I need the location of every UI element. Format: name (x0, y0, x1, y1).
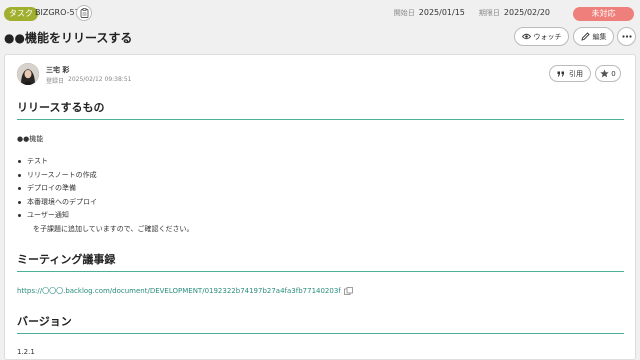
pencil-icon (580, 32, 590, 41)
start-date-label: 開始日 (393, 9, 415, 17)
eye-icon (521, 33, 531, 40)
meeting-notes-url[interactable]: https://〇〇〇.backlog.com/document/DEVELOP… (17, 286, 341, 296)
ellipsis-icon (621, 35, 632, 38)
issue-key: BIZGRO-57 (35, 8, 80, 17)
copy-link-icon[interactable] (343, 287, 353, 295)
edit-label: 編集 (592, 32, 607, 41)
list-item: ユーザー通知 (18, 210, 97, 224)
version-heading: バージョン (17, 315, 72, 328)
avatar[interactable] (17, 63, 39, 85)
star-count: 0 (611, 69, 616, 78)
watch-label: ウォッチ (533, 32, 562, 41)
version-divider (17, 333, 624, 334)
issue-type-badge: タスク (4, 7, 38, 21)
release-task-list: テスト リリースノートの作成 デプロイの準備 本番環境へのデプロイ ユーザー通知 (18, 156, 97, 224)
star-icon (600, 69, 609, 78)
list-item: テスト (18, 156, 97, 170)
release-feature: ●●機能 (17, 135, 44, 143)
meeting-divider (17, 271, 624, 272)
quote-label: 引用 (569, 69, 583, 78)
edit-button[interactable]: 編集 (573, 27, 614, 46)
status-badge[interactable]: 未対応 (573, 7, 634, 21)
meeting-heading: ミーティング議事録 (17, 253, 116, 266)
comment-author[interactable]: 三宅 彩 (46, 65, 69, 75)
quote-button[interactable]: 引用 (549, 65, 591, 82)
release-divider (17, 119, 624, 120)
user-photo-icon (17, 63, 39, 85)
due-date: 2025/02/20 (503, 8, 550, 17)
start-date: 2025/01/15 (418, 8, 465, 17)
release-note: を子課題に追加していますので、ご確認ください。 (33, 225, 194, 233)
list-item: デプロイの準備 (18, 183, 97, 197)
posted-label: 登録日 (46, 78, 65, 85)
list-item: リリースノートの作成 (18, 170, 97, 184)
star-button[interactable]: 0 (595, 65, 621, 82)
list-item: 本番環境へのデプロイ (18, 197, 97, 211)
posted-datetime: 2025/02/12 09:38:51 (68, 76, 132, 83)
version-value: 1.2.1 (17, 348, 35, 356)
watch-button[interactable]: ウォッチ (514, 27, 569, 46)
copy-key-button[interactable] (76, 5, 92, 21)
quote-icon (557, 71, 564, 76)
meeting-notes-link[interactable]: https://〇〇〇.backlog.com/document/DEVELOP… (17, 286, 353, 296)
issue-header: タスク BIZGRO-57 開始日 2025/01/15 期限日 2025/02… (0, 0, 640, 28)
clipboard-icon (80, 8, 88, 18)
posted-date: 登録日 2025/02/12 09:38:51 (46, 76, 131, 85)
due-date-label: 期限日 (478, 9, 500, 17)
release-heading: リリースするもの (17, 101, 105, 114)
issue-description-card: 三宅 彩 登録日 2025/02/12 09:38:51 引用 0 リリースする… (4, 54, 636, 360)
more-options-button[interactable] (617, 27, 636, 46)
issue-dates: 開始日 2025/01/15 期限日 2025/02/20 (394, 8, 550, 18)
issue-title: ●●機能をリリースする (4, 31, 133, 45)
